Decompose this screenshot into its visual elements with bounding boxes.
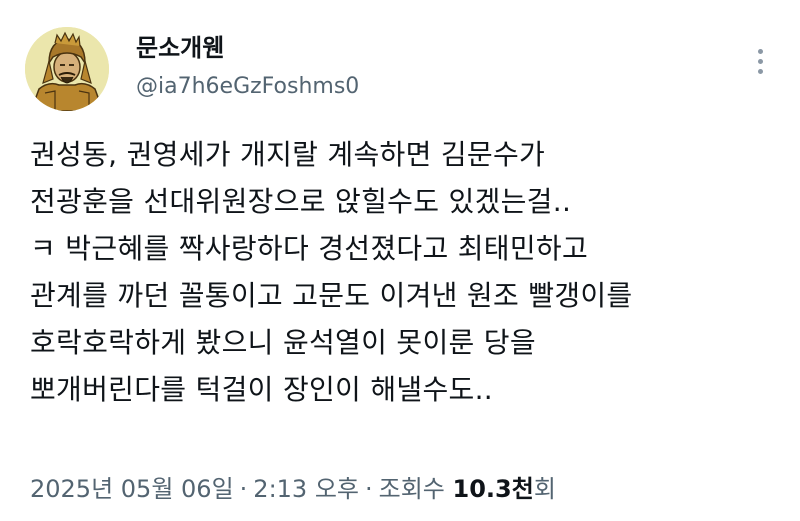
author-display-name[interactable]: 문소개웬 <box>136 33 224 63</box>
more-vertical-icon <box>757 68 763 74</box>
tweet-time[interactable]: 2:13 오후 <box>253 475 359 503</box>
tweet-text: 권성동, 권영세가 개지랄 계속하면 김문수가 전광훈을 선대위원장으로 앉힐수… <box>30 131 780 413</box>
tweet-text-line: 전광훈을 선대위원장으로 앉힐수도 있겠는걸.. <box>30 185 572 218</box>
meta-separator: · <box>364 475 373 503</box>
tweet-date[interactable]: 2025년 05월 06일 <box>30 475 234 503</box>
meta-separator: · <box>239 475 248 503</box>
views-label: 조회수 <box>378 475 445 503</box>
tweet-text-line: 관계를 까던 꼴통이고 고문도 이겨낸 원조 빨갱이를 <box>30 279 633 312</box>
author-handle[interactable]: @ia7h6eGzFoshms0 <box>136 73 359 101</box>
avatar[interactable] <box>25 27 109 111</box>
more-options-button[interactable] <box>748 44 772 78</box>
tweet-text-line: ㅋ 박근혜를 짝사랑하다 경선졌다고 최태민하고 <box>30 232 589 265</box>
tweet-meta: 2025년 05월 06일 · 2:13 오후 · 조회수 10.3천회 <box>30 472 556 506</box>
views-count[interactable]: 10.3천 <box>453 475 534 503</box>
views-suffix: 회 <box>533 475 556 503</box>
warrior-portrait-icon <box>25 27 109 111</box>
more-vertical-icon <box>757 48 763 54</box>
tweet-text-line: 뽀개버린다를 턱걸이 장인이 해낼수도.. <box>30 373 493 406</box>
tweet-text-line: 권성동, 권영세가 개지랄 계속하면 김문수가 <box>30 138 546 171</box>
more-vertical-icon <box>757 58 763 64</box>
tweet-card: 문소개웬 @ia7h6eGzFoshms0 권성동, 권영세가 개지랄 계속하면… <box>0 0 800 521</box>
tweet-text-line: 호락호락하게 봤으니 윤석열이 못이룬 당을 <box>30 326 536 359</box>
